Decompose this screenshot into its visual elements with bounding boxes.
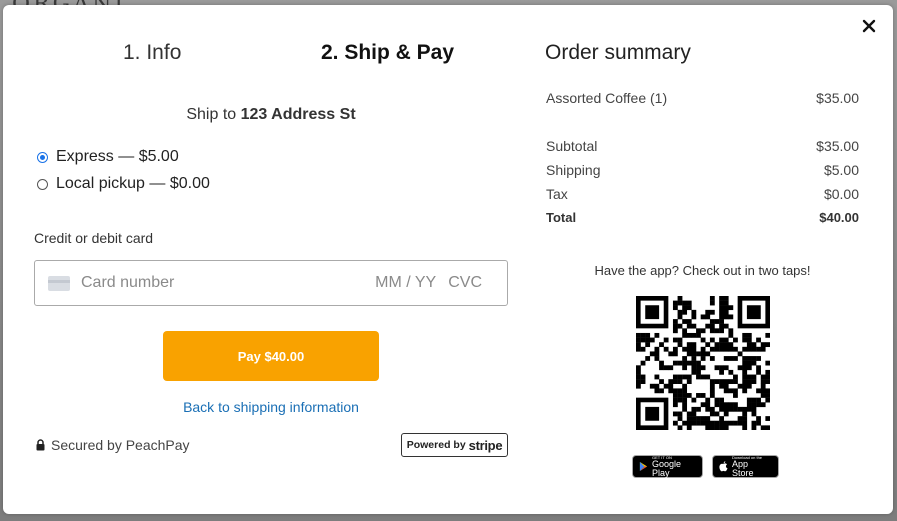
- ship-to-prefix: Ship to: [186, 106, 237, 123]
- summary-subtotal: Subtotal $35.00: [546, 138, 859, 154]
- step-ship-pay: 2. Ship & Pay: [321, 41, 455, 64]
- apple-icon: [719, 461, 728, 472]
- app-prompt: Have the app? Check out in two taps!: [594, 263, 811, 278]
- tax-label: Tax: [546, 186, 568, 202]
- shipping-option-label: Local pickup — $0.00: [56, 175, 210, 192]
- item-name: Assorted Coffee (1): [546, 90, 668, 106]
- order-summary-title: Order summary: [545, 41, 691, 64]
- card-expiry-field[interactable]: MM / YY: [375, 274, 436, 292]
- shipping-option-express[interactable]: Express — $5.00: [37, 148, 179, 166]
- google-play-badge[interactable]: GET IT ON Google Play: [632, 455, 703, 478]
- checkout-modal: 1. Info 2. Ship & Pay Ship to 123 Addres…: [3, 5, 893, 514]
- secured-text: Secured by PeachPay: [51, 437, 190, 453]
- card-label: Credit or debit card: [34, 230, 154, 246]
- item-price: $35.00: [816, 90, 859, 106]
- stripe-logo: stripe: [468, 437, 503, 453]
- card-cvc-field[interactable]: CVC: [448, 274, 482, 292]
- google-play-label: Google Play: [651, 458, 682, 478]
- pay-button[interactable]: Pay $40.00: [163, 331, 379, 381]
- back-to-shipping-link[interactable]: Back to shipping information: [3, 399, 539, 415]
- summary-tax: Tax $0.00: [546, 186, 859, 202]
- powered-by-stripe-badge[interactable]: Powered by stripe: [401, 433, 508, 457]
- powered-prefix: Powered by: [406, 439, 466, 451]
- checkout-steps: 1. Info 2. Ship & Pay: [3, 41, 523, 71]
- radio-local-pickup[interactable]: [37, 178, 48, 190]
- summary-shipping: Shipping $5.00: [546, 162, 859, 178]
- app-store-badge[interactable]: Download on the App Store: [712, 455, 779, 478]
- subtotal-label: Subtotal: [546, 138, 598, 154]
- google-play-icon: [639, 462, 648, 471]
- shipping-label: Shipping: [546, 162, 601, 178]
- ship-to-address: 123 Address St: [240, 106, 356, 123]
- ship-to-line: Ship to 123 Address St: [3, 106, 539, 124]
- secured-notice: Secured by PeachPay: [36, 437, 190, 453]
- app-store-label: App Store: [732, 458, 754, 478]
- card-icon: [48, 275, 70, 291]
- shipping-option-local-pickup[interactable]: Local pickup — $0.00: [37, 175, 210, 193]
- step-info[interactable]: 1. Info: [123, 41, 181, 65]
- radio-express[interactable]: [37, 151, 48, 163]
- shipping-value: $5.00: [823, 162, 859, 178]
- subtotal-value: $35.00: [816, 138, 859, 154]
- total-label: Total: [546, 210, 577, 225]
- summary-line-item: Assorted Coffee (1) $35.00: [546, 90, 859, 106]
- card-number-field[interactable]: Card number: [81, 274, 375, 292]
- total-value: $40.00: [819, 210, 859, 225]
- shipping-option-label: Express — $5.00: [56, 148, 179, 165]
- card-input[interactable]: Card number MM / YY CVC: [34, 260, 508, 306]
- close-icon[interactable]: [859, 16, 879, 36]
- qr-code: [636, 296, 770, 430]
- lock-icon: [36, 439, 45, 451]
- tax-value: $0.00: [823, 186, 859, 202]
- summary-total: Total $40.00: [546, 210, 859, 225]
